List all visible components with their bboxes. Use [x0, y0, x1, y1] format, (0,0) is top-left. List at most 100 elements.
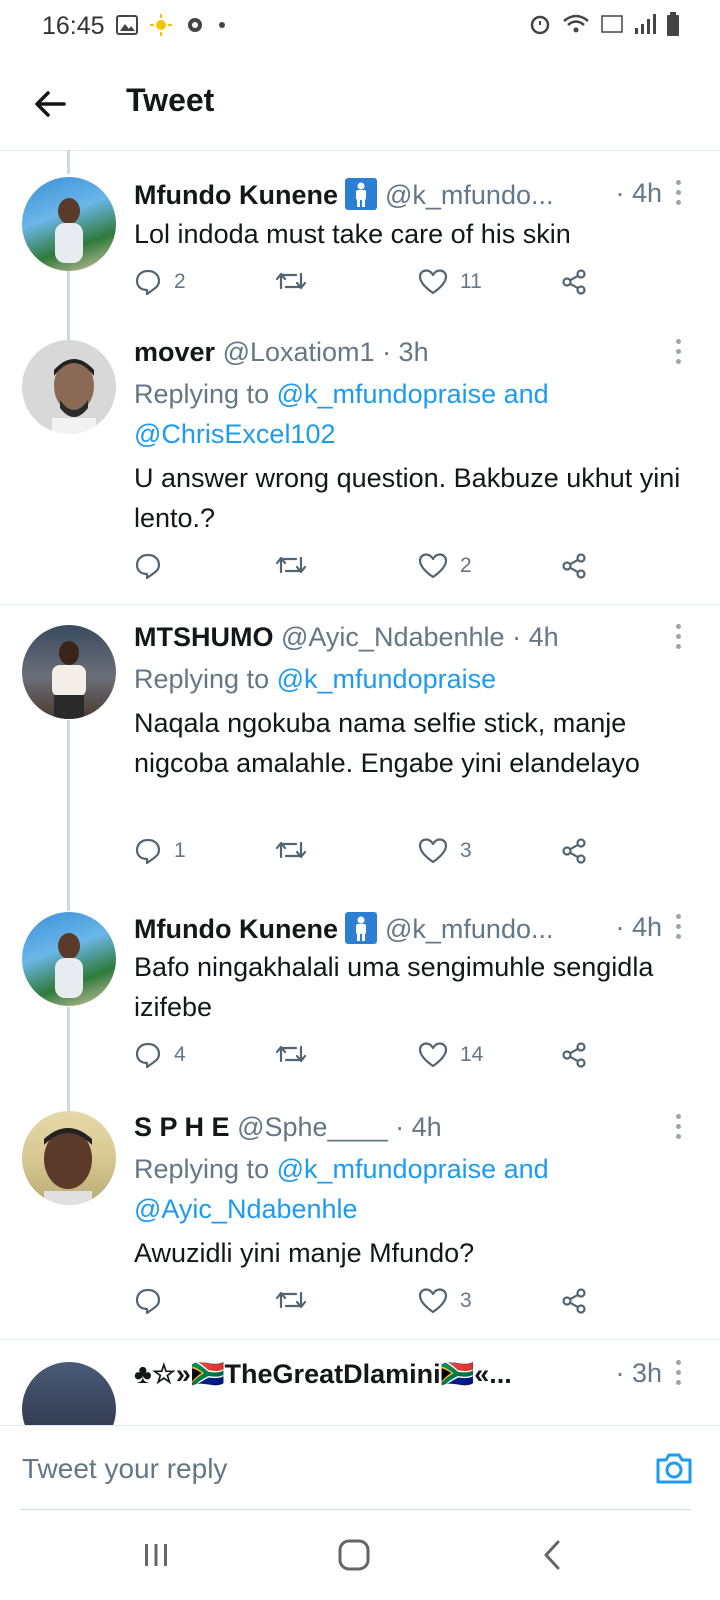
recent-apps-icon[interactable] — [133, 1532, 179, 1578]
settings-icon — [188, 18, 202, 32]
reply-feed[interactable]: Mfundo Kunene @k_mfundo... · 4h Lol indo… — [0, 150, 720, 1425]
thread-line — [67, 895, 70, 911]
handle[interactable]: @Loxatiom1 — [223, 337, 375, 367]
like-button[interactable]: 3 — [418, 1287, 472, 1315]
tweet-header: MTSHUMO @Ayic_Ndabenhle · 4h — [134, 622, 650, 653]
back-icon[interactable] — [530, 1532, 576, 1578]
handle[interactable]: @Sphe____ — [237, 1112, 388, 1142]
retweet-button[interactable] — [274, 837, 308, 863]
tweet-actions: 4 14 — [134, 1041, 614, 1077]
tweet-actions: 2 11 — [134, 268, 614, 304]
reply-icon — [135, 269, 161, 296]
tweet-item[interactable]: ♣☆»🇿🇦TheGreatDlamini🇿🇦«... · 3h — [0, 1340, 720, 1425]
more-options-icon[interactable] — [676, 624, 682, 654]
reply-icon — [135, 1042, 161, 1069]
avatar[interactable] — [22, 340, 116, 434]
tweet-item[interactable]: S P H E @Sphe____ · 4h Replying to @k_mf… — [0, 1095, 720, 1340]
tweet-item[interactable]: mover @Loxatiom1 · 3h Replying to @k_mfu… — [0, 325, 720, 605]
like-button[interactable]: 14 — [418, 1041, 483, 1069]
reply-count: 1 — [174, 839, 186, 862]
share-button[interactable] — [560, 552, 588, 580]
replying-to: Replying to @k_mfundopraise and @ChrisEx… — [134, 374, 694, 454]
reply-button[interactable] — [134, 552, 174, 580]
retweet-button[interactable] — [274, 268, 308, 294]
handle[interactable]: @Ayic_Ndabenhle — [281, 622, 505, 652]
share-button[interactable] — [560, 1287, 588, 1315]
display-name[interactable]: Mfundo Kunene — [134, 180, 338, 210]
thread-line — [67, 1095, 70, 1111]
share-icon — [562, 553, 586, 579]
tweet-time: · 4h — [512, 622, 559, 652]
thread-line — [67, 1007, 70, 1107]
replying-mentions[interactable]: @k_mfundopraise — [277, 664, 497, 694]
more-options-icon[interactable] — [676, 1114, 682, 1144]
tweet-time: · 3h — [382, 337, 429, 367]
heart-icon — [418, 553, 448, 579]
tweet-actions: 1 3 — [134, 837, 614, 873]
status-time: 16:45 — [42, 12, 105, 40]
share-button[interactable] — [560, 837, 588, 865]
handle[interactable]: @k_mfundo... — [385, 914, 554, 944]
reply-button[interactable] — [134, 1287, 174, 1315]
tweet-text: Awuzidli yini manje Mfundo? — [134, 1238, 475, 1268]
display-name[interactable]: ♣☆»🇿🇦TheGreatDlamini🇿🇦«... — [134, 1359, 512, 1389]
tweet-time: · 4h — [615, 178, 662, 208]
app-bar: Tweet — [0, 56, 720, 151]
replying-prefix: Replying to — [134, 664, 270, 694]
camera-icon[interactable] — [654, 1448, 694, 1488]
like-button[interactable]: 3 — [418, 837, 472, 865]
more-options-icon[interactable] — [676, 339, 682, 369]
sun-icon — [150, 14, 172, 36]
avatar[interactable] — [22, 912, 116, 1006]
avatar[interactable] — [22, 177, 116, 271]
reply-button[interactable]: 4 — [134, 1041, 186, 1069]
retweet-button[interactable] — [274, 1041, 308, 1067]
retweet-icon — [275, 1045, 307, 1063]
display-name[interactable]: mover — [134, 337, 215, 367]
wifi-icon — [563, 14, 589, 33]
reply-button[interactable]: 1 — [134, 837, 186, 865]
tweet-item[interactable]: Mfundo Kunene @k_mfundo... · 4h Lol indo… — [0, 150, 720, 340]
avatar[interactable] — [22, 625, 116, 719]
like-button[interactable]: 2 — [418, 552, 472, 580]
tweet-actions: 2 — [134, 552, 614, 588]
reply-icon — [135, 1288, 161, 1315]
tweet-header: S P H E @Sphe____ · 4h — [134, 1112, 650, 1143]
thread-line — [67, 720, 70, 910]
tweet-item[interactable]: MTSHUMO @Ayic_Ndabenhle · 4h Replying to… — [0, 605, 720, 910]
tweet-time: · 3h — [615, 1358, 662, 1388]
display-name[interactable]: Mfundo Kunene — [134, 914, 338, 944]
like-button[interactable]: 11 — [418, 268, 482, 296]
more-options-icon[interactable] — [676, 180, 682, 210]
replying-prefix: Replying to — [134, 379, 270, 409]
volte-icon — [601, 15, 623, 33]
home-icon[interactable] — [331, 1532, 377, 1578]
tweet-text: Naqala ngokuba nama selfie stick, manje … — [134, 708, 640, 778]
avatar[interactable] — [22, 1111, 116, 1205]
handle[interactable]: @k_mfundo... — [385, 180, 554, 210]
display-name[interactable]: S P H E — [134, 1112, 230, 1142]
share-button[interactable] — [560, 268, 588, 296]
retweet-icon — [275, 556, 307, 574]
more-options-icon[interactable] — [676, 914, 682, 944]
retweet-button[interactable] — [274, 1287, 308, 1313]
replying-to: Replying to @k_mfundopraise and @Ayic_Nd… — [134, 1149, 694, 1229]
heart-icon — [418, 838, 448, 864]
tweet-item[interactable]: Mfundo Kunene @k_mfundo... · 4h Bafo nin… — [0, 895, 720, 1107]
display-name[interactable]: MTSHUMO — [134, 622, 273, 652]
heart-icon — [418, 1042, 448, 1068]
replying-prefix: Replying to — [134, 1154, 270, 1184]
retweet-button[interactable] — [274, 552, 308, 578]
more-options-icon[interactable] — [676, 1360, 682, 1390]
reply-input[interactable] — [20, 1442, 624, 1496]
alarm-icon — [530, 15, 550, 35]
share-button[interactable] — [560, 1041, 588, 1069]
share-icon — [562, 1042, 586, 1068]
tweet-header: Mfundo Kunene @k_mfundo... — [134, 912, 650, 945]
avatar[interactable] — [22, 1362, 116, 1425]
reply-button[interactable]: 2 — [134, 268, 186, 296]
status-bar: 16:45 — [0, 0, 720, 56]
reply-icon — [135, 838, 161, 865]
back-arrow-icon[interactable] — [30, 84, 70, 124]
signal-icon — [635, 14, 656, 34]
